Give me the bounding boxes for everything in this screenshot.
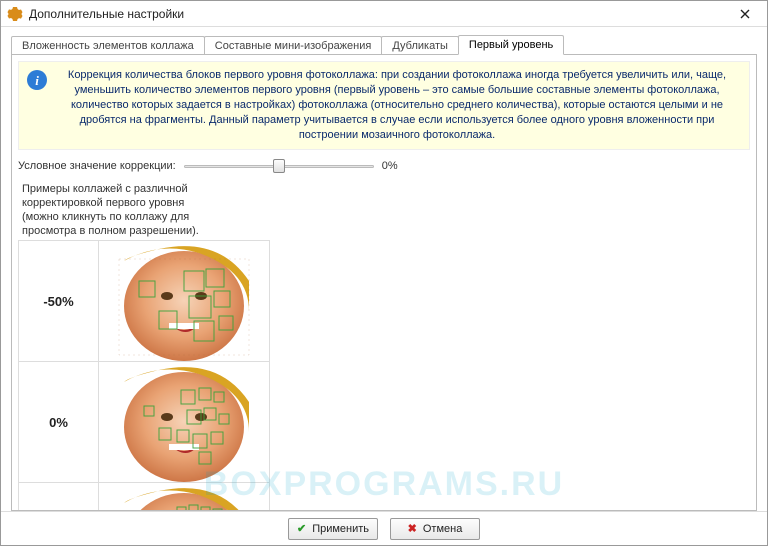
titlebar: Дополнительные настройки (1, 1, 767, 27)
cancel-button[interactable]: ✖ Отмена (390, 518, 480, 540)
dialog-footer: ✔ Применить ✖ Отмена (1, 511, 767, 545)
tab-composite[interactable]: Составные мини-изображения (204, 36, 383, 55)
tab-strip: Вложенность элементов коллажа Составные … (11, 33, 757, 55)
table-row: +50% (19, 483, 270, 512)
close-button[interactable] (729, 4, 761, 24)
table-row: 0% (19, 362, 270, 483)
cancel-label: Отмена (423, 523, 462, 535)
apply-label: Применить (312, 523, 369, 535)
correction-slider-row: Условное значение коррекции: 0% (18, 158, 750, 174)
info-icon: i (27, 70, 47, 90)
example-label: +50% (19, 483, 99, 512)
tab-panel-first-level: i Коррекция количества блоков первого ур… (11, 54, 757, 511)
info-banner: i Коррекция количества блоков первого ур… (18, 61, 750, 150)
example-image[interactable] (99, 241, 270, 362)
info-text: Коррекция количества блоков первого уров… (68, 69, 726, 141)
mosaic-icon (99, 241, 269, 361)
dialog-window: Дополнительные настройки Вложенность эле… (0, 0, 768, 546)
tab-nesting[interactable]: Вложенность элементов коллажа (11, 36, 205, 55)
mosaic-icon (99, 483, 269, 511)
correction-slider[interactable] (184, 158, 374, 174)
examples-table: -50% (18, 240, 270, 511)
check-icon: ✔ (297, 522, 306, 535)
gear-icon (7, 6, 23, 22)
example-image[interactable] (99, 483, 270, 512)
example-image[interactable] (99, 362, 270, 483)
slider-label: Условное значение коррекции: (18, 160, 176, 172)
example-label: -50% (19, 241, 99, 362)
content-area: Вложенность элементов коллажа Составные … (1, 27, 767, 511)
tab-duplicates[interactable]: Дубликаты (381, 36, 459, 55)
mosaic-icon (99, 362, 269, 482)
slider-value: 0% (382, 160, 398, 172)
cross-icon: ✖ (408, 522, 417, 535)
slider-thumb[interactable] (273, 159, 285, 173)
apply-button[interactable]: ✔ Применить (288, 518, 378, 540)
example-label: 0% (19, 362, 99, 483)
table-row: -50% (19, 241, 270, 362)
window-title: Дополнительные настройки (29, 1, 729, 27)
examples-intro: Примеры коллажей с различной корректиров… (18, 180, 228, 240)
tab-first-level[interactable]: Первый уровень (458, 35, 564, 55)
